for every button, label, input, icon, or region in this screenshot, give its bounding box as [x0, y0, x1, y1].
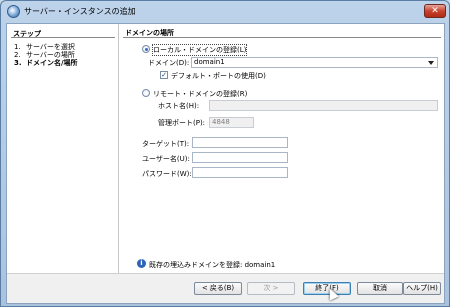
- close-button[interactable]: ✕: [424, 4, 446, 18]
- admin-port-label: 管理ポート(P):: [158, 119, 206, 127]
- username-label: ユーザー名(U):: [142, 155, 190, 163]
- button-bar: < 戻る(B) 次 > 終了(F) 取消 ヘルプ(H): [7, 273, 444, 303]
- password-input[interactable]: [192, 167, 288, 178]
- username-input[interactable]: [192, 152, 288, 163]
- dialog-body: ステップ 1. サーバーを選択 2. サーバーの場所 3. ドメイン名/場所 ドメイン…: [6, 23, 445, 304]
- local-domain-radio[interactable]: [142, 45, 150, 53]
- step-number: 3.: [14, 59, 22, 67]
- domain-dropdown[interactable]: domain1: [191, 57, 438, 68]
- default-port-checkbox-label[interactable]: デフォルト・ポートの使用(D): [171, 71, 266, 81]
- domain-label: ドメイン(D):: [148, 59, 190, 67]
- host-name-label: ホスト名(H):: [158, 102, 200, 110]
- title-bar: サーバー・インスタンスの追加 ✕: [1, 1, 449, 23]
- password-label: パスワード(W):: [142, 170, 192, 178]
- remote-domain-radio[interactable]: [142, 89, 150, 97]
- cancel-button[interactable]: 取消: [357, 282, 403, 295]
- help-button[interactable]: ヘルプ(H): [403, 282, 441, 295]
- default-port-checkbox[interactable]: ✓: [160, 71, 168, 79]
- steps-divider: [11, 37, 115, 38]
- steps-panel: ステップ 1. サーバーを選択 2. サーバーの場所 3. ドメイン名/場所: [7, 24, 119, 273]
- remote-domain-radio-label[interactable]: リモート・ドメインの登録(R): [153, 89, 247, 99]
- info-icon: i: [137, 259, 146, 268]
- domain-location-panel: ドメインの場所 ローカル・ドメインの登録(L) ドメイン(D): domain1…: [120, 24, 444, 273]
- admin-port-input[interactable]: 4848: [209, 117, 254, 128]
- target-label: ターゲット(T):: [142, 140, 190, 148]
- local-domain-radio-label[interactable]: ローカル・ドメインの登録(L): [151, 44, 248, 56]
- host-name-input[interactable]: [209, 100, 438, 111]
- back-button[interactable]: < 戻る(B): [194, 282, 242, 295]
- app-globe-icon: [7, 5, 20, 18]
- target-input[interactable]: [192, 137, 288, 148]
- next-button[interactable]: 次 >: [247, 282, 295, 295]
- window-title: サーバー・インスタンスの追加: [24, 7, 136, 16]
- chevron-down-icon[interactable]: [428, 61, 434, 65]
- step-item-domain-name-location: 3. ドメイン名/場所: [14, 58, 78, 68]
- step-label: ドメイン名/場所: [26, 59, 78, 67]
- domain-value: domain1: [194, 58, 225, 66]
- add-server-instance-dialog: サーバー・インスタンスの追加 ✕ ステップ 1. サーバーを選択 2. サーバーの場…: [0, 0, 450, 307]
- panel-divider: [123, 37, 441, 38]
- info-message: 既存の埋込みドメインを登録: domain1: [149, 261, 276, 269]
